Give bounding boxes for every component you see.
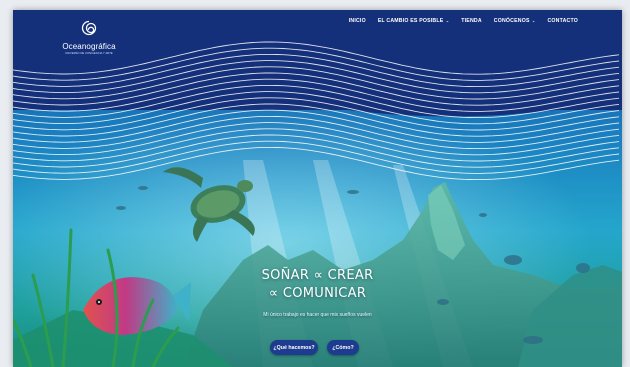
nav-item-contacto[interactable]: CONTACTO [547, 18, 578, 24]
hero-subtitle: Mi único trabajo es hacer que mis sueños… [263, 312, 372, 318]
nav-label: TIENDA [461, 18, 482, 24]
nav-label: EL CAMBIO ES POSIBLE [377, 18, 444, 24]
main-navigation: INICIO EL CAMBIO ES POSIBLE ⌄ TIENDA CON… [349, 18, 578, 24]
brand-tagline: UNIVERSO DE CONCIENCIA Y ARTE [65, 52, 113, 55]
nav-item-conocenos[interactable]: CONÓCENOS ⌄ [494, 18, 536, 24]
hero-headline-line-1: SOÑAR ∝ CREAR [261, 268, 374, 283]
chevron-down-icon: ⌄ [444, 18, 450, 23]
como-button[interactable]: ¿Cómo? [327, 340, 359, 355]
nav-item-tienda[interactable]: TIENDA [461, 18, 482, 24]
que-hacemos-button[interactable]: ¿Qué hacemos? [270, 340, 318, 355]
nav-item-inicio[interactable]: INICIO [349, 18, 366, 24]
nav-label: CONTACTO [547, 18, 578, 24]
nav-label: INICIO [348, 18, 366, 24]
chevron-down-icon: ⌄ [530, 18, 536, 23]
nav-item-el-cambio-es-posible[interactable]: EL CAMBIO ES POSIBLE ⌄ [378, 18, 449, 24]
nav-label: CONÓCENOS [493, 18, 530, 24]
browser-viewport: Oceanográfica UNIVERSO DE CONCIENCIA Y A… [13, 10, 622, 367]
hero-headline-line-2: ∝ COMUNICAR [268, 286, 367, 301]
spiral-logo-icon [81, 20, 97, 36]
brand-name: Oceanográfica [62, 42, 116, 51]
button-label: ¿Cómo? [332, 344, 354, 351]
button-label: ¿Qué hacemos? [273, 344, 315, 351]
brand-logo[interactable]: Oceanográfica UNIVERSO DE CONCIENCIA Y A… [59, 20, 119, 55]
